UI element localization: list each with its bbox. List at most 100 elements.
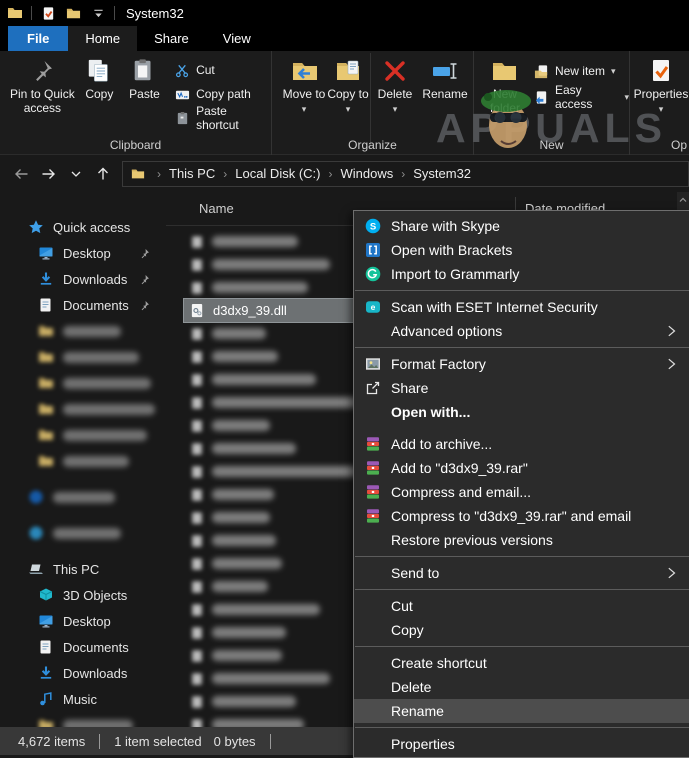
sidebar-item-desktop[interactable]: Desktop xyxy=(0,240,166,266)
qat-customize-icon[interactable] xyxy=(89,3,107,23)
menu-item-open-with-brackets[interactable]: Open with Brackets xyxy=(354,238,689,262)
submenu-arrow-icon xyxy=(664,566,678,580)
tab-share[interactable]: Share xyxy=(137,26,206,51)
menu-item-create-shortcut[interactable]: Create shortcut xyxy=(354,651,689,675)
menu-item-send-to[interactable]: Send to xyxy=(354,561,689,585)
recent-locations-button[interactable] xyxy=(62,161,89,187)
menu-item-delete[interactable]: Delete xyxy=(354,675,689,699)
menu-item-import-to-grammarly[interactable]: Import to Grammarly xyxy=(354,262,689,286)
sidebar-item-3d-objects[interactable]: 3D Objects xyxy=(0,582,166,608)
menu-item-scan-with-eset-internet-security[interactable]: eScan with ESET Internet Security xyxy=(354,295,689,319)
delete-icon xyxy=(382,58,408,84)
sidebar-item-blurred[interactable] xyxy=(0,422,166,448)
menu-item-rename[interactable]: Rename xyxy=(354,699,689,723)
menu-item-advanced-options[interactable]: Advanced options xyxy=(354,319,689,343)
sidebar-item-label: 3D Objects xyxy=(63,588,127,603)
sidebar-item-music[interactable]: Music xyxy=(0,686,166,712)
breadcrumb: ›This PC›Local Disk (C:)›Windows›System3… xyxy=(149,166,471,181)
tab-home[interactable]: Home xyxy=(68,26,137,51)
menu-item-compress-and-email[interactable]: Compress and email... xyxy=(354,480,689,504)
menu-item-label: Create shortcut xyxy=(391,655,487,671)
menu-item-cut[interactable]: Cut xyxy=(354,594,689,618)
titlebar-separator xyxy=(114,6,115,20)
breadcrumb-item[interactable]: Local Disk (C:) xyxy=(235,166,320,181)
menu-item-share[interactable]: Share xyxy=(354,376,689,400)
rename-button[interactable]: Rename xyxy=(419,51,471,149)
tab-file[interactable]: File xyxy=(8,26,68,51)
copy-path-button[interactable]: Copy path xyxy=(175,83,271,105)
sidebar-item-blurred[interactable] xyxy=(0,520,166,546)
star-icon xyxy=(28,219,44,235)
blurred-label xyxy=(63,404,155,415)
sidebar-item-blurred[interactable] xyxy=(0,448,166,474)
breadcrumb-item[interactable]: System32 xyxy=(413,166,471,181)
menu-item-add-to-d3dx9-39-rar[interactable]: Add to "d3dx9_39.rar" xyxy=(354,456,689,480)
sidebar-item-label: Downloads xyxy=(63,666,127,681)
menu-item-label: Add to "d3dx9_39.rar" xyxy=(391,460,528,476)
menu-item-open-with[interactable]: Open with... xyxy=(354,400,689,424)
file-icon xyxy=(190,235,204,249)
tab-view[interactable]: View xyxy=(206,26,268,51)
menu-item-properties[interactable]: Properties xyxy=(354,732,689,756)
address-box[interactable]: ›This PC›Local Disk (C:)›Windows›System3… xyxy=(122,161,689,187)
copy-button[interactable]: Copy xyxy=(77,51,122,129)
up-button[interactable] xyxy=(89,161,116,187)
easy-access-button[interactable]: Easy access ▾ xyxy=(534,86,629,108)
file-icon xyxy=(190,258,204,272)
sidebar-item-quick-access[interactable]: Quick access xyxy=(0,214,166,240)
sidebar-item-label: Desktop xyxy=(63,614,111,629)
cut-button[interactable]: Cut xyxy=(175,59,271,81)
paste-button[interactable]: Paste xyxy=(122,51,167,129)
menu-item-label: Compress to "d3dx9_39.rar" and email xyxy=(391,508,631,524)
breadcrumb-item[interactable]: Windows xyxy=(340,166,393,181)
sidebar-item-downloads[interactable]: Downloads xyxy=(0,660,166,686)
menu-item-add-to-archive[interactable]: Add to archive... xyxy=(354,432,689,456)
move-to-button[interactable]: Move to ▾ xyxy=(282,51,326,149)
copy-to-button[interactable]: Copy to ▾ xyxy=(326,51,370,149)
blurred-file-name xyxy=(212,604,320,615)
file-icon xyxy=(190,327,204,341)
blurred-label xyxy=(63,326,121,337)
breadcrumb-item[interactable]: This PC xyxy=(169,166,215,181)
qat-new-folder-icon[interactable] xyxy=(64,3,82,23)
sidebar-item-blurred[interactable] xyxy=(0,318,166,344)
sidebar-item-desktop[interactable]: Desktop xyxy=(0,608,166,634)
sidebar-item-blurred[interactable] xyxy=(0,344,166,370)
delete-button[interactable]: Delete ▾ xyxy=(371,51,419,149)
sidebar-item-blurred[interactable] xyxy=(0,370,166,396)
new-item-button[interactable]: New item ▾ xyxy=(534,60,629,82)
sidebar-item-blurred[interactable] xyxy=(0,396,166,422)
pin-to-quick-access-button[interactable]: Pin to Quick access xyxy=(8,51,77,129)
folder-icon xyxy=(38,375,54,391)
sidebar-item-downloads[interactable]: Downloads xyxy=(0,266,166,292)
menu-item-restore-previous-versions[interactable]: Restore previous versions xyxy=(354,528,689,552)
format-factory-icon xyxy=(364,356,381,373)
file-icon xyxy=(190,511,204,525)
qat-properties-icon[interactable] xyxy=(39,3,57,23)
sidebar-item-documents[interactable]: Documents xyxy=(0,292,166,318)
group-label-organize: Organize xyxy=(272,138,473,152)
sidebar-item-label: Documents xyxy=(63,640,129,655)
items-count: 4,672 items xyxy=(18,734,85,749)
sidebar-item-blurred[interactable] xyxy=(0,712,166,727)
blurred-file-name xyxy=(212,558,282,569)
sidebar-item-blurred[interactable] xyxy=(0,484,166,510)
new-folder-button[interactable]: New folder xyxy=(480,51,530,115)
winrar-icon xyxy=(364,508,381,525)
menu-item-compress-to-d3dx9-39-rar-and-email[interactable]: Compress to "d3dx9_39.rar" and email xyxy=(354,504,689,528)
menu-item-copy[interactable]: Copy xyxy=(354,618,689,642)
location-folder-icon xyxy=(131,167,145,181)
cube-icon xyxy=(38,587,54,603)
back-button[interactable] xyxy=(8,161,35,187)
sidebar-item-documents[interactable]: Documents xyxy=(0,634,166,660)
menu-separator xyxy=(355,727,689,728)
properties-icon xyxy=(648,58,674,84)
menu-item-share-with-skype[interactable]: SShare with Skype xyxy=(354,214,689,238)
menu-item-format-factory[interactable]: Format Factory xyxy=(354,352,689,376)
svg-text:S: S xyxy=(369,222,375,233)
column-header-name[interactable]: Name xyxy=(199,201,234,216)
properties-button[interactable]: Properties ▾ xyxy=(634,51,688,115)
paste-shortcut-button[interactable]: Paste shortcut xyxy=(175,107,271,129)
forward-button[interactable] xyxy=(35,161,62,187)
sidebar-item-this-pc[interactable]: This PC xyxy=(0,556,166,582)
